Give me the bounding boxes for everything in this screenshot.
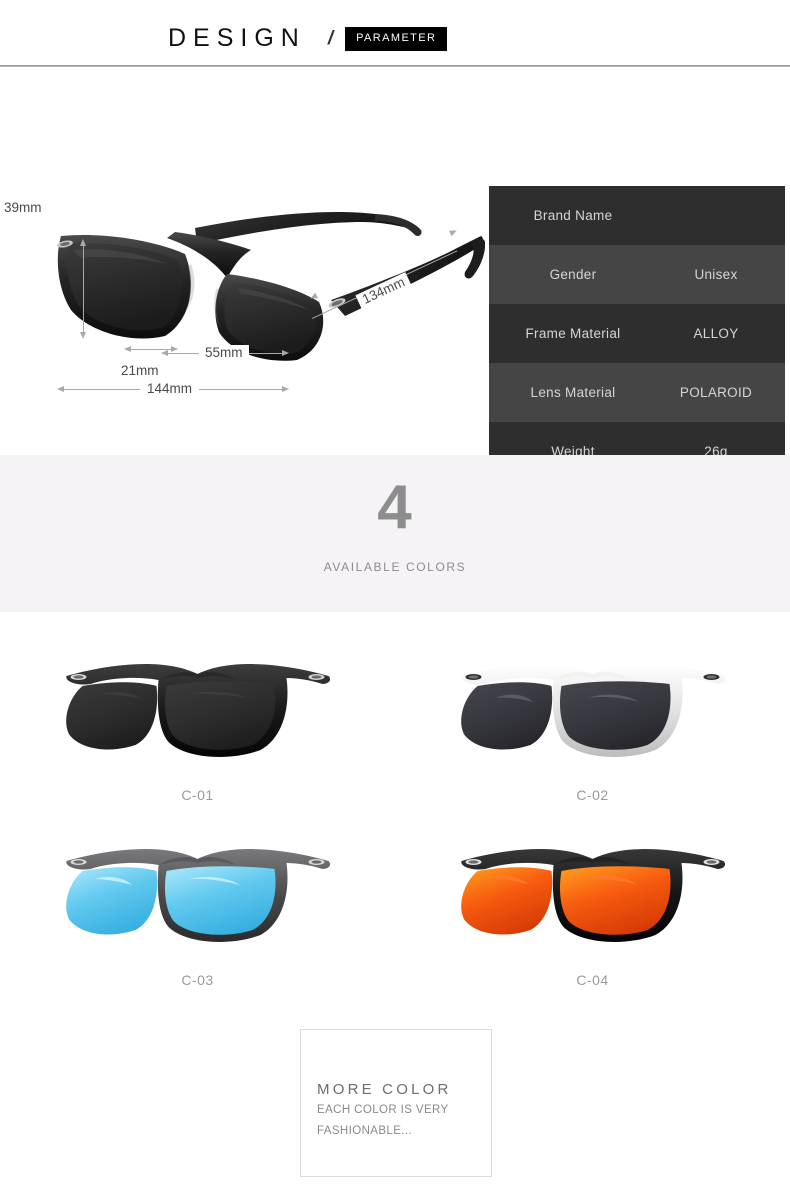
sunglasses-front-c02 [460, 664, 725, 757]
dim-label-frame-width: 144mm [140, 381, 200, 396]
title-separator: / [327, 28, 334, 49]
color-variant-label: C-03 [181, 972, 214, 988]
parameter-tag: PARAMETER [345, 26, 448, 51]
more-color-title: MORE COLOR [317, 1081, 452, 1098]
table-row: Frame Material ALLOY [489, 304, 785, 363]
color-variants-grid: C-01 C-02 C-03 C-04 [0, 612, 790, 1012]
header-title-group: DESIGN / PARAMETER [168, 24, 448, 52]
dim-arrow-lens-width-left [161, 349, 168, 356]
color-variant-label: C-01 [181, 787, 214, 803]
sunglasses-front-c03 [65, 849, 330, 942]
dim-arrow-frame-width-right [282, 385, 289, 392]
dim-arrow-bridge-right [171, 345, 178, 352]
sunglasses-front-c04 [460, 849, 725, 942]
color-variant-label: C-04 [576, 972, 609, 988]
dim-line-lens-height [83, 243, 84, 335]
spec-key: Gender [549, 267, 597, 282]
dim-label-lens-height: 39mm [4, 200, 42, 215]
hero-section: 39mm 21mm 55mm 144mm 134mm Brand Name Ge… [0, 67, 790, 481]
more-color-card: MORE COLOR EACH COLOR IS VERY FASHIONABL… [300, 1029, 492, 1177]
available-colors-band: 4 AVAILABLE COLORS [0, 455, 790, 612]
dim-arrow-lens-height-top [79, 239, 86, 246]
color-count-caption: AVAILABLE COLORS [323, 560, 467, 574]
table-row: Gender Unisex [489, 245, 785, 304]
sunglasses-front-c01 [65, 664, 330, 757]
dim-arrow-lens-height-bottom [79, 332, 86, 339]
color-count-number: 4 [377, 473, 413, 542]
color-variant-c04[interactable]: C-04 [395, 815, 790, 1000]
color-variant-label: C-02 [576, 787, 609, 803]
spec-key: Lens Material [530, 385, 616, 400]
spec-key: Brand Name [533, 208, 613, 223]
spec-value: ALLOY [693, 326, 739, 341]
specification-table: Brand Name Gender Unisex Frame Material … [489, 186, 785, 481]
spec-value: Unisex [694, 267, 738, 282]
color-variant-c03[interactable]: C-03 [0, 815, 395, 1000]
page-title: DESIGN [168, 24, 306, 52]
dim-arrow-bridge-left [124, 345, 131, 352]
more-color-line-1: EACH COLOR IS VERY [317, 1104, 449, 1116]
dim-label-lens-width: 55mm [199, 345, 249, 360]
dim-label-bridge-width: 21mm [121, 363, 159, 378]
dim-arrow-lens-width-right [282, 349, 289, 356]
color-variant-c01[interactable]: C-01 [0, 630, 395, 815]
spec-key: Frame Material [525, 326, 621, 341]
table-row: Lens Material POLAROID [489, 363, 785, 422]
dim-arrow-frame-width-left [57, 385, 64, 392]
more-color-line-2: FASHIONABLE... [317, 1125, 413, 1137]
table-row: Brand Name [489, 186, 785, 245]
spec-value: POLAROID [679, 385, 753, 400]
hero-sunglasses-image [57, 211, 485, 361]
color-variant-c02[interactable]: C-02 [395, 630, 790, 815]
page-header: DESIGN / PARAMETER [0, 0, 790, 65]
